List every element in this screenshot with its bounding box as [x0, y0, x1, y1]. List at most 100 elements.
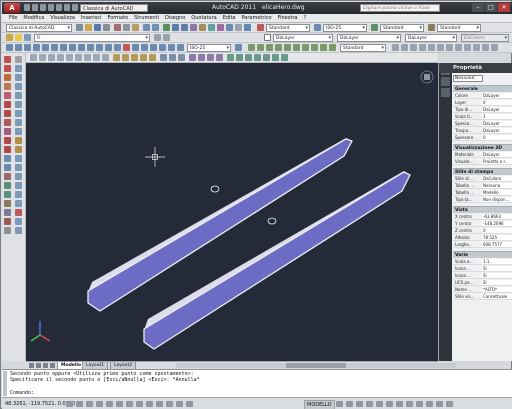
property-row[interactable]: Tipo ta... Non dispon...	[453, 197, 512, 203]
property-value[interactable]: Nessuna	[482, 183, 512, 188]
stretch-icon[interactable]	[15, 128, 22, 135]
property-value[interactable]: -148.2096	[482, 221, 512, 226]
chamfer-icon[interactable]	[15, 182, 22, 189]
ucs-view-icon[interactable]	[437, 44, 444, 51]
copy-icon[interactable]	[15, 65, 22, 72]
menu-item[interactable]: Inserisci	[78, 14, 105, 23]
mleader-style-icon[interactable]	[428, 24, 435, 31]
rotate-icon[interactable]	[15, 110, 22, 117]
property-value[interactable]: DaColore	[482, 176, 512, 181]
property-row[interactable]: Y centro -148.2096	[453, 221, 512, 227]
radius-dim-icon[interactable]	[42, 44, 49, 51]
property-section-header[interactable]: Stile di stampa	[453, 168, 512, 175]
layer-freeze-icon[interactable]	[24, 34, 31, 41]
sphere-icon[interactable]	[57, 54, 64, 61]
free-orbit-icon[interactable]	[254, 54, 261, 61]
view-combo[interactable]: Standard	[340, 44, 386, 52]
menu-item[interactable]: Visualizza	[47, 14, 78, 23]
dim-space-icon[interactable]	[105, 44, 112, 51]
zoom-icon[interactable]	[172, 24, 179, 31]
property-row[interactable]: UCS pe... Sì	[453, 280, 512, 286]
menu-item[interactable]: Quotatura	[188, 14, 219, 23]
spline-icon[interactable]	[4, 128, 11, 135]
property-value[interactable]: Sì	[482, 273, 512, 278]
menu-item[interactable]: Parametrico	[238, 14, 274, 23]
camera-icon[interactable]	[281, 54, 288, 61]
make-current-icon[interactable]	[154, 34, 161, 41]
menu-item[interactable]: Modifica	[20, 14, 47, 23]
linetype-combo[interactable]: DaLayer	[337, 34, 401, 42]
3d-osnap-icon[interactable]	[116, 401, 123, 407]
zoom-window-icon[interactable]	[181, 24, 188, 31]
open-icon[interactable]	[85, 24, 92, 31]
property-row[interactable]: Visuale... Proietta e r...	[453, 159, 512, 165]
dim-break-icon[interactable]	[114, 44, 121, 51]
property-row[interactable]: Layer 0	[453, 100, 512, 106]
union-icon[interactable]	[160, 54, 167, 61]
view-sw-iso-icon[interactable]	[302, 44, 309, 51]
break-icon[interactable]	[15, 164, 22, 171]
move-icon[interactable]	[15, 101, 22, 108]
add-selected-icon[interactable]	[4, 227, 11, 234]
gradient-icon[interactable]	[4, 191, 11, 198]
erase-icon[interactable]	[15, 56, 22, 63]
property-section-header[interactable]: Generale	[453, 85, 512, 92]
transparency-icon[interactable]	[166, 401, 173, 407]
open-file-icon[interactable]	[32, 4, 38, 11]
dim-style-manager-icon[interactable]	[235, 44, 242, 51]
quick-properties-icon[interactable]	[176, 401, 183, 407]
property-value[interactable]: 1	[482, 114, 512, 119]
lengthen-icon[interactable]	[15, 227, 22, 234]
zoom-status-icon[interactable]	[366, 401, 373, 407]
render-icon[interactable]	[236, 54, 243, 61]
view-left-icon[interactable]	[266, 44, 273, 51]
3d-align-icon[interactable]	[207, 54, 214, 61]
menu-item[interactable]: File	[6, 14, 20, 23]
break-at-point-icon[interactable]	[15, 155, 22, 162]
property-section-header[interactable]: Varie	[453, 251, 512, 258]
ellipse-arc-icon[interactable]	[4, 146, 11, 153]
property-row[interactable]: Stile di ... DaColore	[453, 176, 512, 182]
property-row[interactable]: Tipo di... DaLayer	[453, 107, 512, 113]
ucs-face-icon[interactable]	[419, 44, 426, 51]
property-row[interactable]: Scala ti... 1	[453, 114, 512, 120]
revision-cloud-icon[interactable]	[4, 119, 11, 126]
new-icon[interactable]	[76, 24, 83, 31]
menu-item[interactable]: Edita	[220, 14, 239, 23]
align-icon[interactable]	[15, 218, 22, 225]
linear-dim-icon[interactable]	[6, 44, 13, 51]
save-icon[interactable]	[40, 4, 46, 11]
blend-icon[interactable]	[15, 200, 22, 207]
property-section-header[interactable]: Visualizzazione 3D	[453, 144, 512, 151]
ucs-x-icon[interactable]	[473, 44, 480, 51]
copy-icon[interactable]	[123, 24, 130, 31]
dyn-icon[interactable]	[146, 401, 153, 407]
point-icon[interactable]	[4, 173, 11, 180]
save-as-icon[interactable]	[48, 4, 54, 11]
helix-icon[interactable]	[93, 54, 100, 61]
pyramid-icon[interactable]	[84, 54, 91, 61]
line-icon[interactable]	[4, 56, 11, 63]
property-value[interactable]: Concettuale	[482, 294, 512, 299]
tool-palette-icon[interactable]	[208, 24, 215, 31]
property-value[interactable]: DaLayer	[482, 128, 512, 133]
property-value[interactable]: Non dispon...	[482, 197, 512, 202]
ucs-previous-icon[interactable]	[410, 44, 417, 51]
planar-surface-icon[interactable]	[102, 54, 109, 61]
lock-ui-icon[interactable]	[426, 401, 433, 407]
dim-style-icon[interactable]	[314, 24, 321, 31]
view-ne-iso-icon[interactable]	[320, 44, 327, 51]
workspace-dropdown[interactable]: Classica di AutoCAD	[80, 4, 148, 12]
menu-item[interactable]: Strumenti	[131, 14, 162, 23]
first-tab-icon[interactable]	[29, 363, 34, 368]
view-back-icon[interactable]	[293, 44, 300, 51]
inspection-icon[interactable]	[141, 44, 148, 51]
undo-tb-icon[interactable]	[143, 24, 150, 31]
ucs-origin-icon[interactable]	[446, 44, 453, 51]
palette-menu-icon[interactable]	[441, 88, 450, 97]
model-space-toggle[interactable]: MODELLO	[304, 400, 335, 409]
rectangle-icon[interactable]	[4, 92, 11, 99]
ucs-world-icon[interactable]	[401, 44, 408, 51]
steering-wheel-icon[interactable]	[376, 401, 383, 407]
annotation-visibility-icon[interactable]	[406, 401, 413, 407]
